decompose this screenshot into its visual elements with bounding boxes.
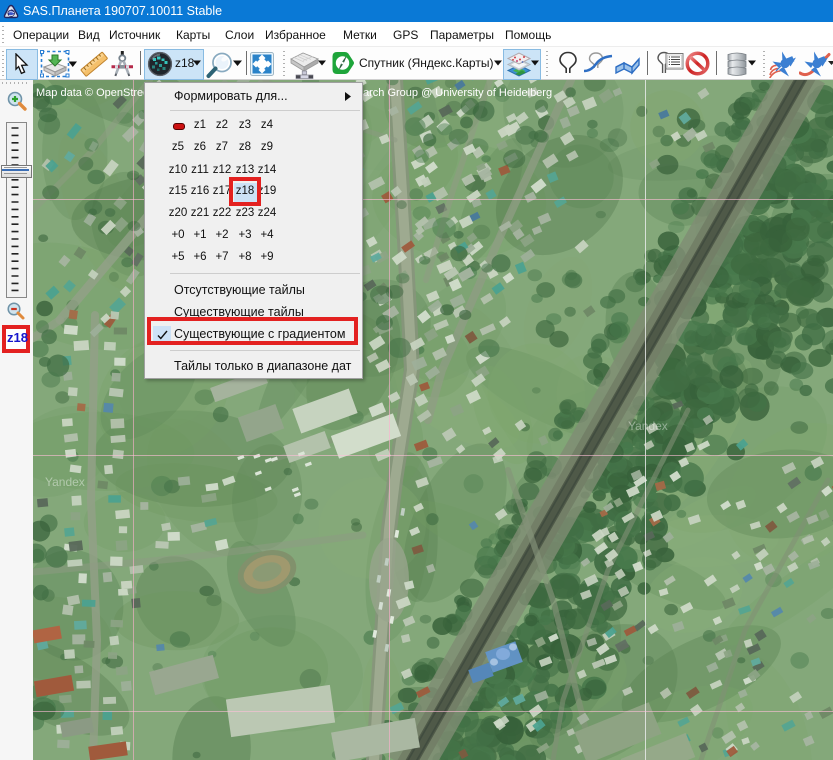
svg-text:Yandex: Yandex	[628, 419, 668, 433]
svg-text:arch Group @ University of Hei: arch Group @ University of Heidelberg	[363, 87, 552, 99]
svg-text:Yandex: Yandex	[45, 475, 85, 489]
